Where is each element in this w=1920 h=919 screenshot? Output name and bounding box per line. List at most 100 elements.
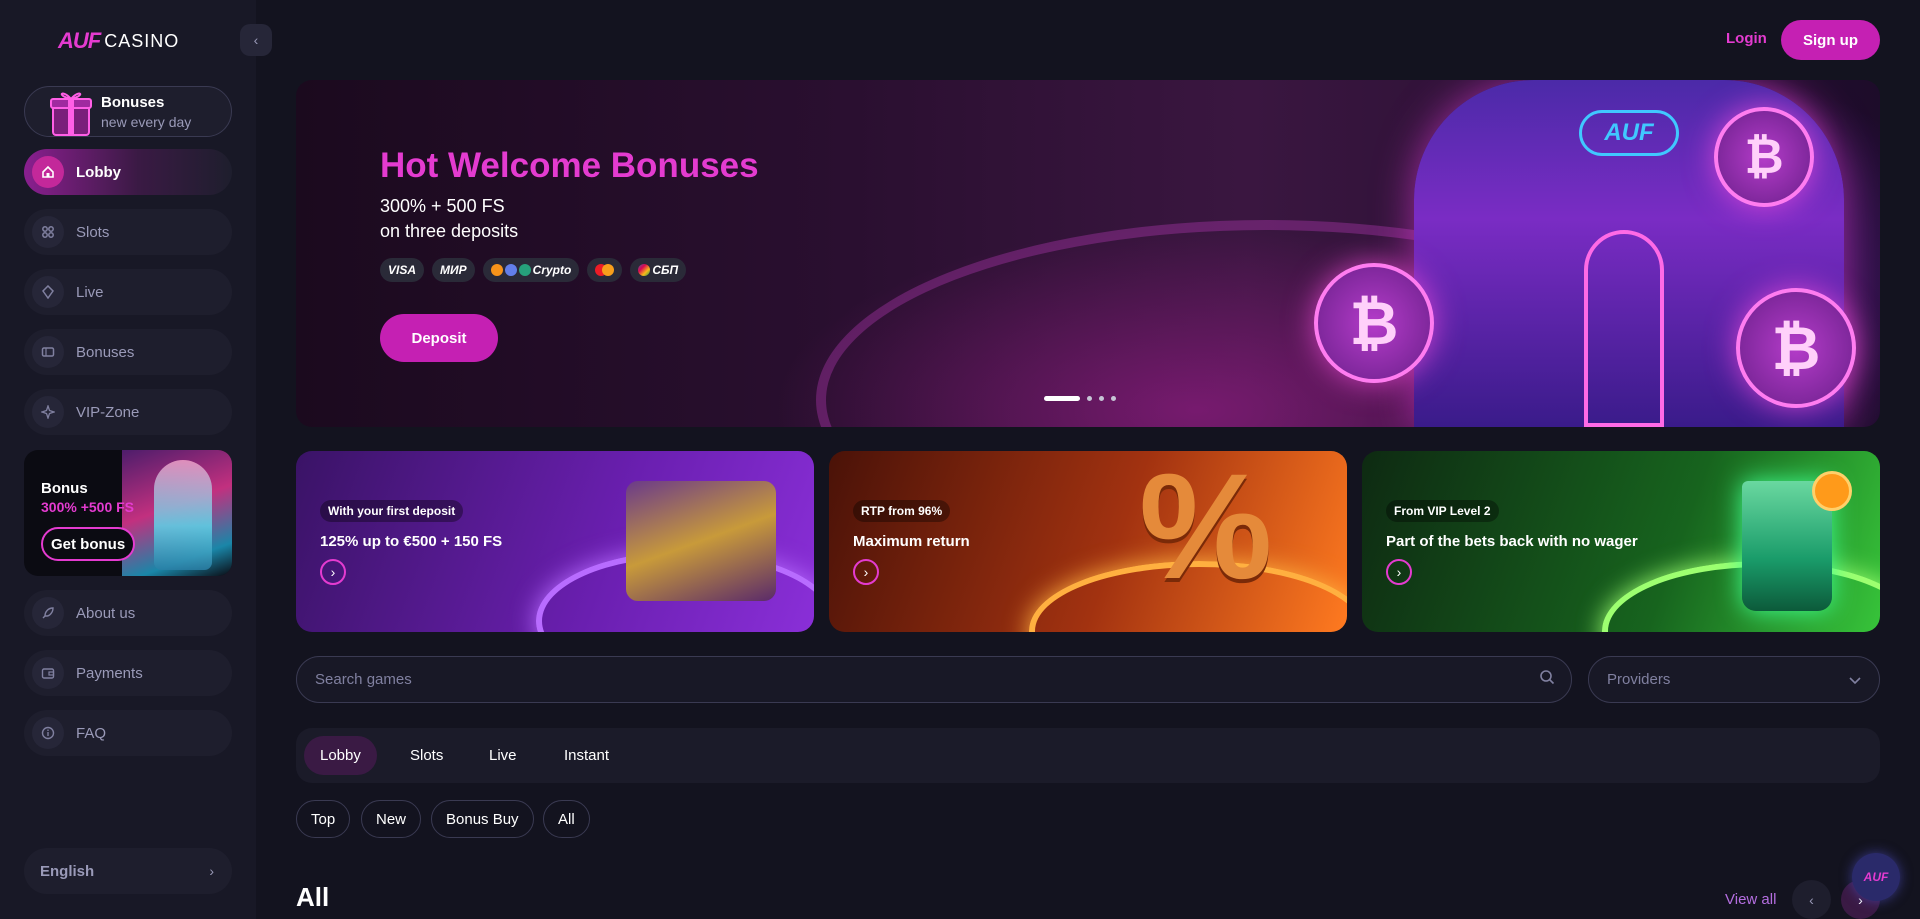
sidebar-item-lobby[interactable]: Lobby [24,149,232,195]
arrow-right-icon[interactable]: › [320,559,346,585]
arrow-right-icon[interactable]: › [853,559,879,585]
sidebar-item-label: About us [76,604,136,622]
collapse-sidebar-button[interactable]: ‹ [240,24,272,56]
filter-bonus-buy[interactable]: Bonus Buy [431,800,534,838]
arrow-right-icon[interactable]: › [1386,559,1412,585]
signup-button[interactable]: Sign up [1781,20,1880,60]
vip-icon [32,396,64,428]
logo-mark: AUF [58,28,101,53]
sidebar-item-label: VIP-Zone [76,403,140,421]
tab-instant[interactable]: Instant [548,736,625,775]
support-chat-button[interactable]: AUF [1852,853,1900,901]
promo-card-title: Maximum return [853,533,970,550]
daily-bonuses-promo[interactable]: Bonuses new every day [24,86,232,137]
sidebar-item-vip-zone[interactable]: VIP-Zone [24,389,232,435]
hero-offer-detail: on three deposits [380,221,519,241]
sidebar-item-label: Lobby [76,163,121,181]
login-link[interactable]: Login [1726,30,1767,47]
orange-slice-image [1812,471,1852,511]
hero-title: Hot Welcome Bonuses [380,146,759,185]
promo-card-tag: From VIP Level 2 [1386,500,1499,522]
sidebar-item-slots[interactable]: Slots [24,209,232,255]
sidebar-item-payments[interactable]: Payments [24,650,232,696]
home-icon [32,156,64,188]
prev-button[interactable]: ‹ [1792,880,1831,919]
hero-banner: AUF ₿ ₿ ₿ Hot Welcome Bonuses 300% + 500… [296,80,1880,427]
percent-image: % [1139,451,1273,610]
ticket-icon [32,336,64,368]
tab-live[interactable]: Live [473,736,533,775]
ethereum-icon [504,264,517,276]
info-icon [32,717,64,749]
promo-card-art [1602,561,1880,632]
filter-all[interactable]: All [543,800,590,838]
sbp-badge: СБП [630,258,687,282]
treasure-chest-image [626,481,776,601]
sidebar-item-label: Payments [76,664,143,682]
chevron-left-icon: ‹ [253,32,259,48]
bonus-card-amount: 300% +500 FS [41,499,135,515]
search-input[interactable] [315,671,1431,688]
visa-label: VISA [388,263,417,277]
sidebar-item-live[interactable]: Live [24,269,232,315]
search-bar [296,656,1572,703]
sidebar-bonus-card[interactable]: Bonus 300% +500 FS Get bonus [24,450,232,576]
carousel-dot[interactable] [1099,396,1104,401]
chevron-down-icon [1849,672,1861,688]
promo-card-title: 125% up to €500 + 150 FS [320,533,503,550]
sidebar-item-label: Slots [76,223,110,241]
sidebar-item-faq[interactable]: FAQ [24,710,232,756]
carousel-dot[interactable] [1044,396,1080,401]
chevron-left-icon: ‹ [1809,891,1814,908]
bitcoin-icon [490,264,503,276]
promo-card-title: Part of the bets back with no wager [1386,533,1638,550]
visa-badge: VISA [380,258,425,282]
brand-logo-icon: AUF [1863,870,1889,884]
promo-title: Bonuses [101,93,165,111]
mastercard-icon-part [602,264,615,276]
category-tabs: Lobby Slots Live Instant [296,728,1880,783]
promo-card-vip-cashback[interactable]: From VIP Level 2 Part of the bets back w… [1362,451,1880,632]
view-all-link[interactable]: View all [1725,891,1776,908]
crypto-label: Crypto [532,263,572,277]
language-selector[interactable]: English › [24,848,232,894]
promo-card-tag: With your first deposit [320,500,464,522]
tab-lobby[interactable]: Lobby [304,736,377,775]
search-icon[interactable] [1539,669,1555,690]
sidebar-item-bonuses[interactable]: Bonuses [24,329,232,375]
sidebar-item-about-us[interactable]: About us [24,590,232,636]
live-icon [32,276,64,308]
logo-text: CASINO [104,30,180,51]
sidebar-item-label: FAQ [76,724,107,742]
carousel-dots [1044,396,1116,401]
get-bonus-button[interactable]: Get bonus [41,527,136,561]
bonus-card-character [154,460,212,570]
providers-dropdown[interactable]: Providers [1588,656,1880,703]
filter-new[interactable]: New [361,800,422,838]
sidebar: AUF CASINO Bonuses new every day Lobby S… [0,0,256,919]
building-sign: AUF [1579,110,1679,156]
sbp-label: СБП [652,263,679,277]
hero-offer: 300% + 500 FS [380,196,505,216]
promo-card-first-deposit[interactable]: With your first deposit 125% up to €500 … [296,451,814,632]
crypto-badge: Crypto [482,258,580,282]
providers-label: Providers [1607,671,1671,688]
deposit-button[interactable]: Deposit [380,314,498,362]
tab-slots[interactable]: Slots [394,736,459,775]
gift-icon [47,87,95,137]
sidebar-item-label: Live [76,283,104,301]
language-label: English [40,862,95,880]
tether-icon [518,264,531,276]
promo-card-tag: RTP from 96% [853,500,951,522]
chevron-right-icon: › [209,863,214,879]
promo-card-rtp[interactable]: % RTP from 96% Maximum return › [829,451,1347,632]
carousel-dot[interactable] [1087,396,1092,401]
rocket-icon [32,597,64,629]
logo[interactable]: AUF CASINO [58,28,179,54]
payment-methods: VISA МИР Crypto СБП [380,258,687,282]
promo-subtitle: new every day [101,113,192,130]
sbp-icon [638,264,651,276]
carousel-dot[interactable] [1111,396,1116,401]
filter-top[interactable]: Top [296,800,351,838]
wallet-icon [32,657,64,689]
